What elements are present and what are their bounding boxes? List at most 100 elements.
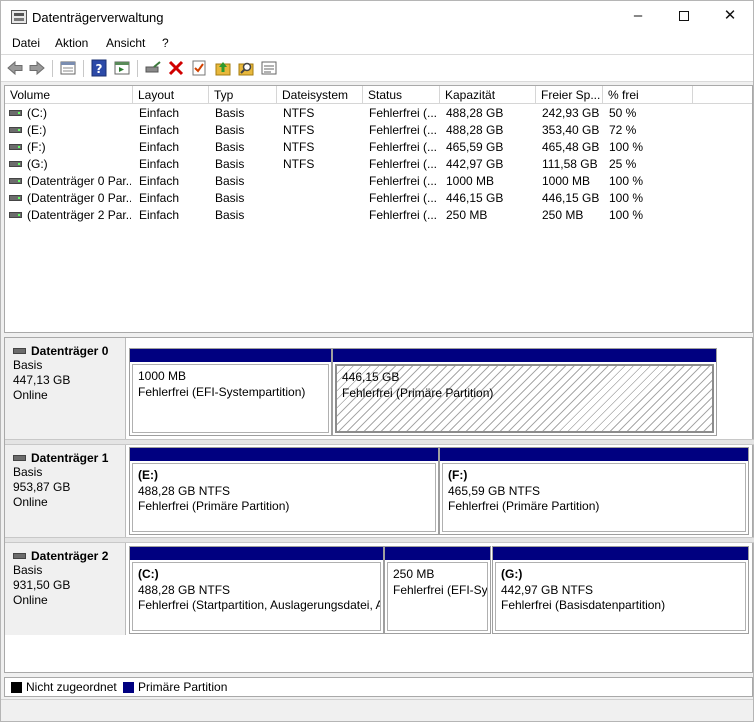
volume-row[interactable]: (E:) Einfach Basis NTFS Fehlerfrei (... … [5,122,752,139]
volume-free-space: 1000 MB [542,174,591,188]
column-header-freier-speicher[interactable]: Freier Sp... [536,86,603,104]
legend-unallocated: Nicht zugeordnet [26,680,117,694]
volume-layout: Einfach [139,191,180,205]
help-button[interactable]: ? [90,59,108,77]
volume-row[interactable]: (Datenträger 0 Par... Einfach Basis Fehl… [5,190,752,207]
disk-size: 931,50 GB [13,578,71,592]
volume-row[interactable]: (Datenträger 0 Par... Einfach Basis Fehl… [5,173,752,190]
hard-disk-icon [13,455,26,461]
partition-block[interactable]: (C:) 488,28 GB NTFS Fehlerfrei (Startpar… [129,546,384,634]
partition-block[interactable]: 250 MB Fehlerfrei (EFI-Sys [384,546,491,634]
partition-info: 1000 MB Fehlerfrei (EFI-Systempartition) [132,364,329,433]
unallocated-swatch [11,682,22,693]
volume-type: Basis [215,191,245,205]
partition-block[interactable]: (G:) 442,97 GB NTFS Fehlerfrei (Basisdat… [492,546,749,634]
disk-1-label[interactable]: Datenträger 1 Basis 953,87 GB Online [5,445,126,537]
volume-free-space: 465,48 GB [542,140,600,154]
disk-size: 953,87 GB [13,480,71,494]
column-header-dateisystem[interactable]: Dateisystem [277,86,363,104]
volume-layout: Einfach [139,157,180,171]
column-header-typ[interactable]: Typ [209,86,277,104]
volume-free-space: 250 MB [542,208,584,222]
column-header-layout[interactable]: Layout [133,86,209,104]
drive-icon [9,127,22,133]
search-folder-button[interactable] [237,59,255,77]
volume-layout: Einfach [139,106,180,120]
column-header-volume[interactable]: Volume [5,86,133,104]
partition-letter: (F:) [448,468,468,482]
volume-name: (E:) [27,123,47,137]
disk-list-button[interactable] [59,59,77,77]
delete-icon [168,60,184,76]
details-button[interactable] [260,59,278,77]
window-title: Datenträgerverwaltung [32,10,164,25]
forward-button[interactable] [28,59,46,77]
toolbar-separator [52,60,53,77]
column-header-kapazitaet[interactable]: Kapazität [440,86,536,104]
partition-status: Fehlerfrei (Primäre Partition) [448,499,600,513]
partition-status: Fehlerfrei (EFI-Sys [393,582,488,597]
disk-0-label[interactable]: Datenträger 0 Basis 447,13 GB Online [5,338,126,440]
disk-2-label[interactable]: Datenträger 2 Basis 931,50 GB Online [5,543,126,635]
menu-datei[interactable]: Datei [12,36,40,50]
disk-state: Online [13,593,48,607]
disk-name-row: Datenträger 0 [13,344,125,358]
delete-button[interactable] [167,59,185,77]
volume-row[interactable]: (F:) Einfach Basis NTFS Fehlerfrei (... … [5,139,752,156]
legend: Nicht zugeordnet Primäre Partition [4,677,753,697]
properties-button[interactable] [113,59,131,77]
menu-ansicht[interactable]: Ansicht [106,36,145,50]
partition-status: Fehlerfrei (Startpartition, Auslagerungs… [138,598,381,612]
primary-partition-bar [493,547,748,560]
up-folder-icon [215,62,231,76]
primary-partition-bar [130,448,438,461]
back-button[interactable] [6,59,24,77]
forward-icon [29,60,45,76]
help-icon: ? [91,59,107,77]
volume-free-space: 446,15 GB [542,191,600,205]
partition-letter: (E:) [138,468,158,482]
up-folder-button[interactable] [214,59,232,77]
connect-button[interactable] [144,59,162,77]
title-bar: Datenträgerverwaltung – ✕ [1,1,753,33]
volume-capacity: 1000 MB [446,174,495,188]
volume-percent-free: 50 % [609,106,637,120]
minimize-button[interactable]: – [615,1,661,33]
search-folder-icon [238,62,254,76]
disk-list-icon [60,61,76,75]
partition-block[interactable]: 1000 MB Fehlerfrei (EFI-Systempartition) [129,348,332,436]
volume-list[interactable]: Volume Layout Typ Dateisystem Status Kap… [4,85,753,333]
volume-percent-free: 100 % [609,174,644,188]
properties-icon [114,61,130,75]
volume-row[interactable]: (G:) Einfach Basis NTFS Fehlerfrei (... … [5,156,752,173]
maximize-button[interactable] [661,1,707,33]
volume-type: Basis [215,174,245,188]
volume-row[interactable]: (Datenträger 2 Par... Einfach Basis Fehl… [5,207,752,224]
primary-partition-bar [333,349,716,362]
volume-filesystem: NTFS [283,106,315,120]
partition-info: 446,15 GB Fehlerfrei (Primäre Partition) [335,364,714,433]
volume-name: (Datenträger 0 Par... [27,191,131,205]
volume-status: Fehlerfrei (... [369,123,438,137]
volume-percent-free: 25 % [609,157,637,171]
menu-help[interactable]: ? [162,36,169,50]
volume-percent-free: 100 % [609,208,644,222]
partition-block-selected[interactable]: 446,15 GB Fehlerfrei (Primäre Partition) [332,348,717,436]
volume-type: Basis [215,123,245,137]
partition-info: (C:) 488,28 GB NTFS Fehlerfrei (Startpar… [132,562,381,631]
volume-row[interactable]: (C:) Einfach Basis NTFS Fehlerfrei (... … [5,105,752,122]
column-header-prozent-frei[interactable]: % frei [603,86,693,104]
menu-aktion[interactable]: Aktion [55,36,88,50]
partition-block[interactable]: (E:) 488,28 GB NTFS Fehlerfrei (Primäre … [129,447,439,535]
partition-letter: (G:) [501,567,523,581]
partition-block[interactable]: (F:) 465,59 GB NTFS Fehlerfrei (Primäre … [439,447,749,535]
volume-filesystem: NTFS [283,157,315,171]
checklist-button[interactable] [190,59,208,77]
volume-name: (Datenträger 0 Par... [27,174,131,188]
column-header-status[interactable]: Status [363,86,440,104]
volume-capacity: 446,15 GB [446,191,504,205]
volume-capacity: 465,59 GB [446,140,504,154]
disk-state: Online [13,388,48,402]
volume-status: Fehlerfrei (... [369,140,438,154]
close-button[interactable]: ✕ [707,1,753,33]
